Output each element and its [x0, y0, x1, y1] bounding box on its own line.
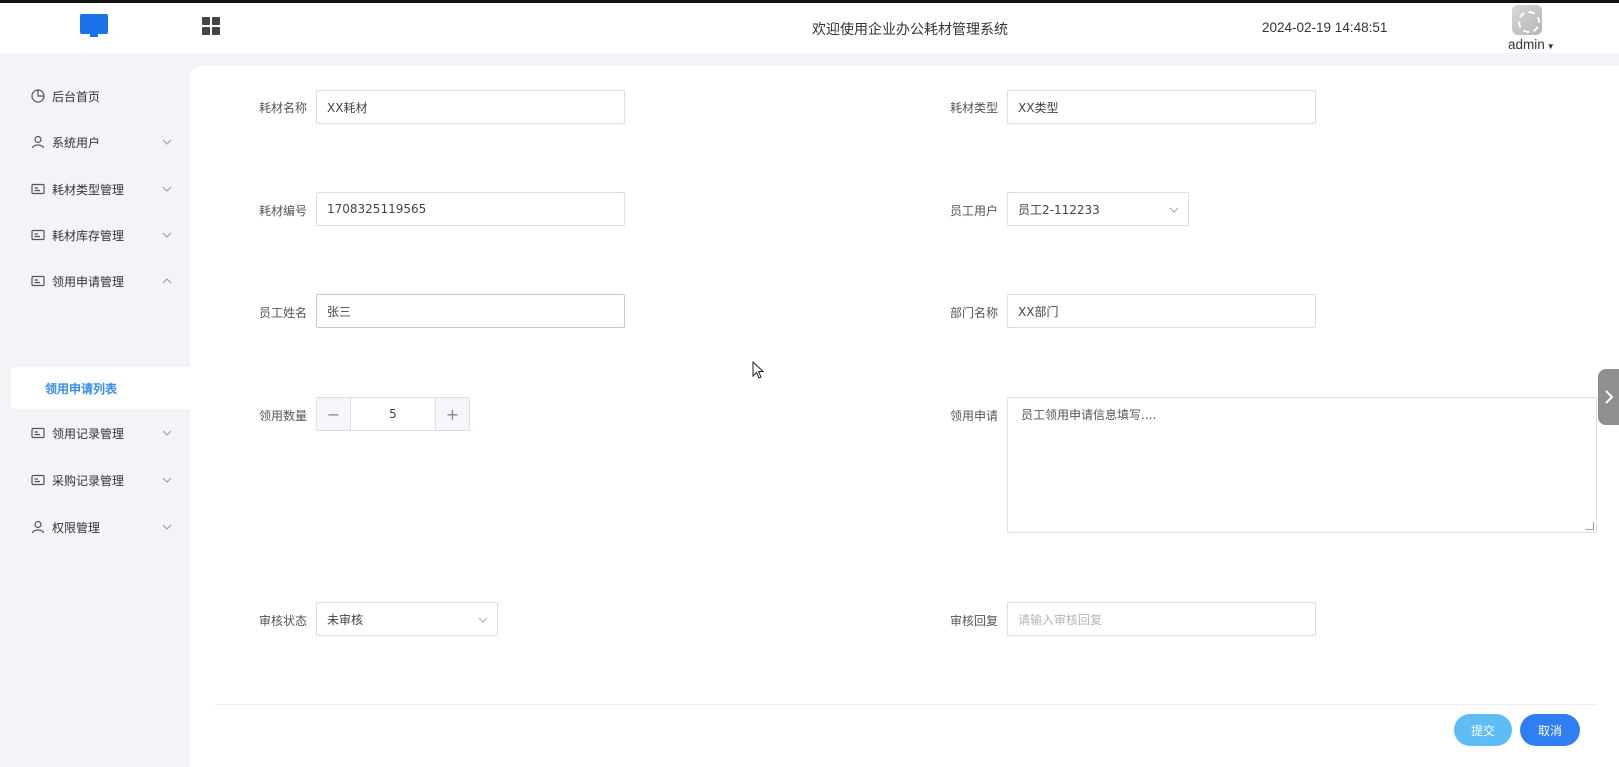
- sidebar-item-permissions[interactable]: 权限管理: [0, 505, 190, 549]
- employee-user-select[interactable]: 员工2-112233: [1007, 192, 1189, 226]
- chevron-right-icon: [1605, 390, 1614, 404]
- card-icon: [31, 275, 45, 287]
- consumable-code-label: 耗材编号: [258, 204, 307, 218]
- quantity-label: 领用数量: [258, 409, 307, 423]
- drawer-toggle[interactable]: [1598, 369, 1619, 425]
- footer-divider: [215, 704, 1597, 705]
- review-reply-input[interactable]: 请输入审核回复: [1007, 602, 1316, 636]
- review-status-select[interactable]: 未审核: [316, 602, 498, 636]
- user-name: admin: [1508, 37, 1545, 52]
- sidebar-item-label: 领用记录管理: [52, 426, 125, 441]
- application-label: 领用申请: [949, 409, 998, 423]
- application-text: 员工领用申请信息填写....: [1021, 408, 1157, 422]
- department-label: 部门名称: [949, 306, 998, 320]
- review-status-value: 未审核: [327, 612, 364, 627]
- chevron-down-icon: [162, 477, 172, 483]
- sidebar-item-consumable-types[interactable]: 耗材类型管理: [0, 167, 190, 211]
- consumable-name-label: 耗材名称: [258, 101, 307, 115]
- pie-chart-icon: [31, 89, 45, 103]
- sidebar-item-records[interactable]: 领用记录管理: [0, 411, 190, 455]
- user-menu[interactable]: admin ▼: [1508, 37, 1555, 52]
- chevron-down-icon: [1169, 207, 1179, 213]
- consumable-type-input[interactable]: XX类型: [1007, 90, 1316, 124]
- chevron-down-icon: [162, 524, 172, 530]
- user-icon: [31, 520, 45, 534]
- chevron-down-icon: [162, 139, 172, 145]
- app-title: 欢迎使用企业办公耗材管理系统: [812, 22, 1008, 38]
- sidebar-item-label: 领用申请管理: [52, 274, 125, 289]
- chevron-down-icon: [162, 232, 172, 238]
- quantity-value[interactable]: 5: [351, 398, 435, 430]
- chevron-down-icon: [162, 186, 172, 192]
- employee-name-label: 员工姓名: [258, 306, 307, 320]
- consumable-type-label: 耗材类型: [949, 101, 998, 115]
- card-icon: [31, 183, 45, 195]
- sidebar-item-applications[interactable]: 领用申请管理: [0, 259, 190, 303]
- chevron-down-icon: [478, 617, 488, 623]
- grid-icon[interactable]: [202, 17, 220, 35]
- employee-user-value: 员工2-112233: [1018, 202, 1100, 217]
- sidebar-item-purchases[interactable]: 采购记录管理: [0, 458, 190, 502]
- sidebar-item-system-users[interactable]: 系统用户: [0, 120, 190, 164]
- decrement-button[interactable]: −: [317, 398, 351, 430]
- sidebar-item-inventory[interactable]: 耗材库存管理: [0, 213, 190, 257]
- mouse-cursor-icon: [752, 361, 764, 379]
- monitor-icon: [80, 14, 108, 37]
- consumable-name-input[interactable]: XX耗材: [316, 90, 625, 124]
- caret-down-icon: ▼: [1546, 42, 1555, 51]
- sidebar-item-label: 权限管理: [52, 520, 101, 535]
- review-status-label: 审核状态: [258, 614, 307, 628]
- employee-name-input[interactable]: 张三: [316, 294, 625, 328]
- sidebar-subitem-application-list[interactable]: 领用申请列表: [11, 367, 190, 409]
- sidebar-item-label: 耗材库存管理: [52, 228, 125, 243]
- sidebar-item-label: 采购记录管理: [52, 473, 125, 488]
- consumable-code-input[interactable]: 1708325119565: [316, 192, 625, 226]
- card-icon: [31, 427, 45, 439]
- quantity-stepper[interactable]: − 5 +: [316, 397, 470, 431]
- top-bar: 欢迎使用企业办公耗材管理系统 2024-02-19 14:48:51 admin…: [0, 0, 1619, 53]
- review-reply-label: 审核回复: [949, 614, 998, 628]
- chevron-down-icon: [162, 430, 172, 436]
- department-input[interactable]: XX部门: [1007, 294, 1316, 328]
- sidebar-item-home[interactable]: 后台首页: [0, 74, 190, 118]
- user-icon: [31, 135, 45, 149]
- card-icon: [31, 474, 45, 486]
- avatar[interactable]: [1512, 5, 1542, 35]
- chevron-up-icon: [162, 278, 172, 284]
- application-textarea[interactable]: 员工领用申请信息填写....: [1007, 397, 1597, 533]
- cancel-button[interactable]: 取消: [1520, 714, 1580, 746]
- card-icon: [31, 229, 45, 241]
- employee-user-label: 员工用户: [949, 204, 998, 218]
- resize-handle-icon[interactable]: [1586, 522, 1594, 530]
- sidebar-item-label: 耗材类型管理: [52, 182, 125, 197]
- increment-button[interactable]: +: [435, 398, 469, 430]
- submit-button[interactable]: 提交: [1454, 714, 1512, 746]
- sidebar-item-label: 系统用户: [52, 135, 101, 150]
- sidebar: 后台首页 系统用户 耗材类型管理 耗材库存管理 领用申请管理 领用申请列表 领用…: [0, 53, 190, 767]
- datetime-display: 2024-02-19 14:48:51: [1262, 20, 1388, 35]
- sidebar-item-label: 后台首页: [52, 89, 101, 104]
